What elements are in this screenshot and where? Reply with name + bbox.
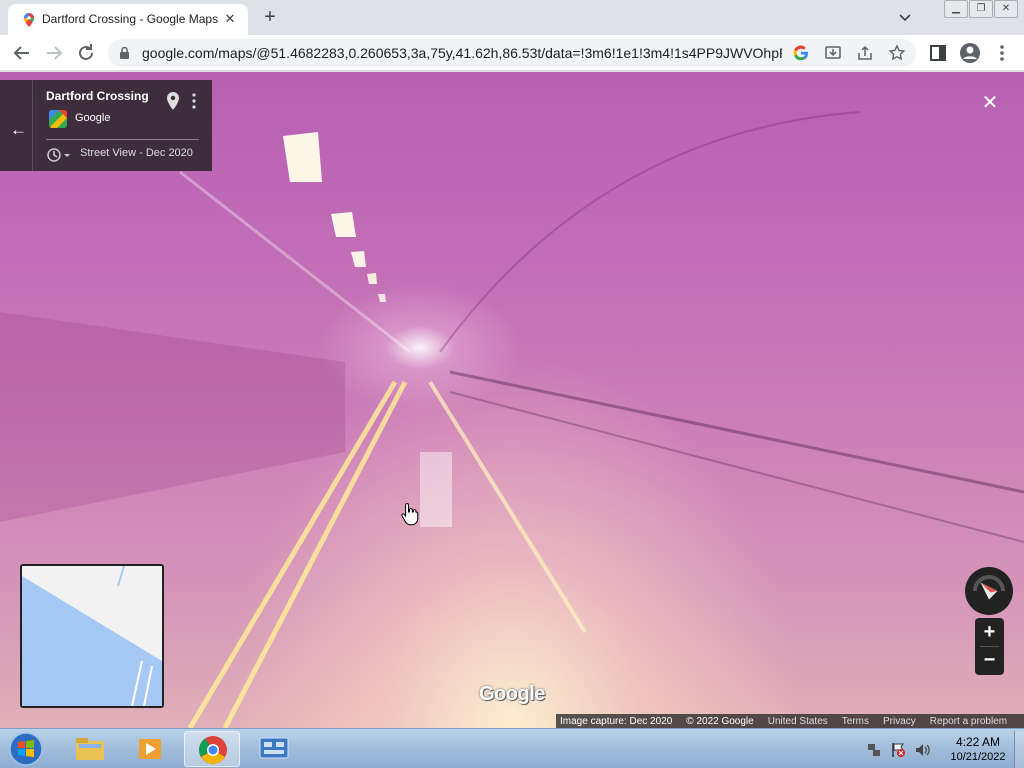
street-view-date: Street View - Dec 2020 [80, 147, 193, 159]
zoom-out-button[interactable]: − [975, 646, 1004, 674]
browser-toolbar: google.com/maps/@51.4682283,0.260653,3a,… [0, 35, 1024, 71]
report-problem-link[interactable]: Report a problem [930, 716, 1007, 727]
street-view-info-panel: ← Dartford Crossing Google Street View -… [0, 80, 212, 171]
url-text[interactable]: google.com/maps/@51.4682283,0.260653,3a,… [142, 45, 782, 61]
network-icon[interactable] [866, 742, 882, 758]
install-icon[interactable] [824, 44, 842, 62]
windows-start-icon[interactable] [6, 731, 46, 767]
clock-time[interactable]: 4:22 AM [947, 735, 1009, 749]
browser-tab[interactable]: Dartford Crossing - Google Maps ✕ [8, 4, 248, 35]
minimize-button[interactable]: ▁ [944, 0, 968, 18]
new-tab-button[interactable]: + [258, 6, 282, 30]
location-title[interactable]: Dartford Crossing [46, 89, 149, 103]
close-window-button[interactable]: ✕ [994, 0, 1018, 18]
google-icon[interactable] [792, 44, 810, 62]
system-tray: 4:22 AM 10/21/2022 [862, 731, 1024, 768]
panel-separator [46, 139, 199, 140]
privacy-link[interactable]: Privacy [883, 716, 916, 727]
show-desktop-button[interactable] [1014, 731, 1024, 768]
tab-search-chevron-icon[interactable] [896, 8, 914, 26]
more-options-icon[interactable] [190, 92, 198, 110]
tab-strip: Dartford Crossing - Google Maps ✕ + ▁ ❐ … [0, 0, 1024, 35]
chrome-taskbar-button[interactable] [184, 731, 240, 767]
window-controls: ▁ ❐ ✕ [943, 0, 1018, 18]
zoom-in-button[interactable]: + [975, 618, 1004, 646]
restore-button[interactable]: ❐ [969, 0, 993, 18]
media-player-button[interactable] [122, 731, 178, 767]
side-panel-icon[interactable] [926, 41, 950, 65]
control-panel-button[interactable] [246, 731, 302, 767]
region-link[interactable]: United States [768, 716, 828, 727]
profile-icon[interactable] [958, 41, 982, 65]
clock-date[interactable]: 10/21/2022 [947, 751, 1009, 763]
bookmark-star-icon[interactable] [888, 44, 906, 62]
file-explorer-button[interactable] [62, 731, 118, 767]
media-player-icon [139, 739, 161, 759]
map-footer: Image capture: Dec 2020 © 2022 Google Un… [556, 714, 1024, 728]
hand-cursor-icon [401, 502, 419, 526]
image-capture-date: Image capture: Dec 2020 [560, 715, 673, 727]
imagery-source: Google [75, 112, 111, 124]
lock-icon[interactable] [120, 47, 129, 59]
compass-icon[interactable] [965, 567, 1013, 615]
google-watermark: Google [479, 683, 545, 705]
google-maps-logo-icon [49, 110, 67, 128]
google-maps-pin-icon [24, 13, 34, 27]
share-icon[interactable] [856, 44, 874, 62]
chrome-icon [199, 736, 227, 764]
reload-icon[interactable] [74, 41, 98, 65]
windows-taskbar: 4:22 AM 10/21/2022 [0, 728, 1024, 768]
tab-close-button[interactable]: ✕ [220, 9, 240, 29]
street-view-canvas[interactable]: ← Dartford Crossing Google Street View -… [0, 72, 1024, 728]
volume-icon[interactable] [914, 742, 930, 758]
copyright: © 2022 Google [686, 715, 754, 727]
close-street-view-button[interactable]: ✕ [980, 92, 1000, 114]
zoom-controls: + − [975, 618, 1004, 675]
control-panel-icon [259, 737, 289, 759]
mini-map[interactable] [20, 564, 164, 708]
more-menu-icon[interactable] [990, 41, 1014, 65]
action-center-flag-icon[interactable] [890, 742, 906, 758]
forward-arrow-icon[interactable] [42, 41, 66, 65]
history-clock-icon[interactable] [46, 147, 72, 163]
back-arrow-icon[interactable]: ← [10, 120, 27, 140]
address-bar[interactable]: google.com/maps/@51.4682283,0.260653,3a,… [108, 39, 916, 67]
back-arrow-icon[interactable] [10, 41, 34, 65]
tab-title: Dartford Crossing - Google Maps [42, 12, 219, 26]
panel-divider [32, 80, 33, 171]
location-pin-icon[interactable] [167, 92, 179, 110]
file-explorer-icon [76, 738, 104, 760]
terms-link[interactable]: Terms [842, 716, 869, 727]
